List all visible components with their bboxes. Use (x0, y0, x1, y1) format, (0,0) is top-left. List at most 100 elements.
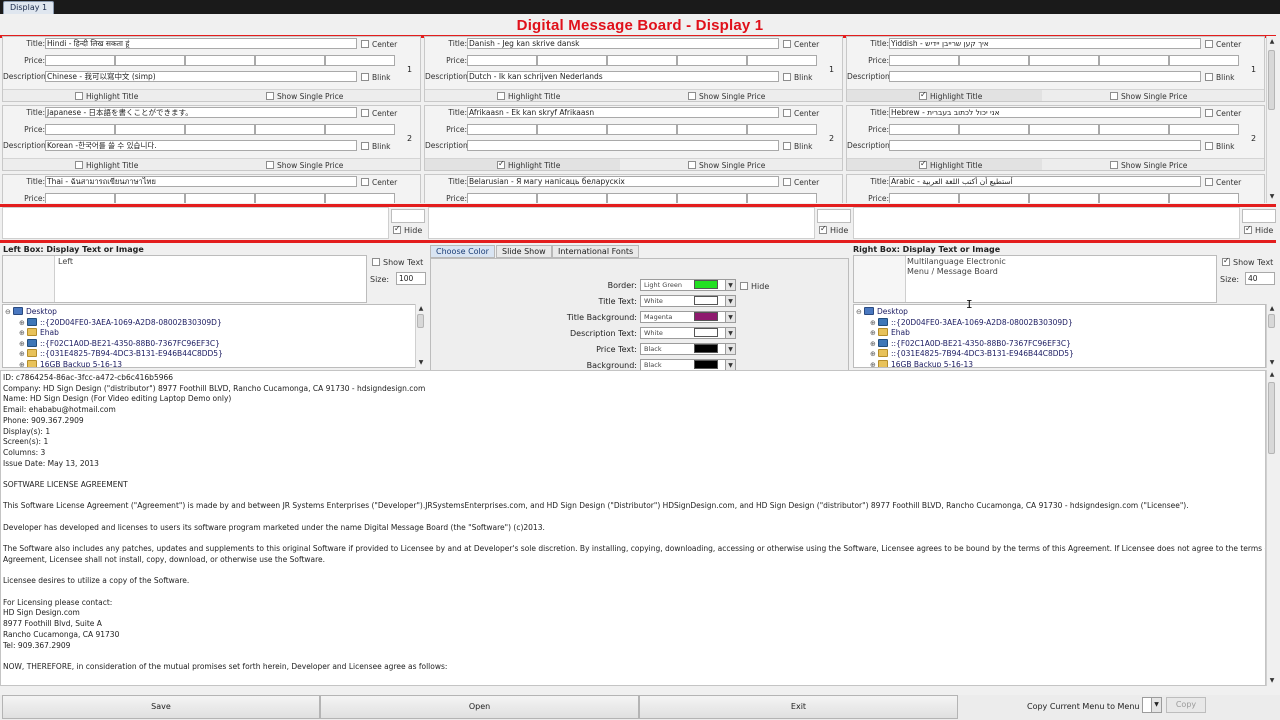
price-input[interactable] (747, 55, 817, 66)
price-input[interactable] (45, 193, 115, 203)
scroll-down-icon[interactable]: ▼ (1268, 677, 1276, 685)
price-input[interactable] (255, 193, 325, 203)
tree-item[interactable]: ⊕::{031E4825-7B94-4DC3-B131-E946B44C8DD5… (19, 349, 223, 359)
price-input[interactable] (607, 124, 677, 135)
description-input[interactable] (467, 140, 779, 151)
show-single-price-checkbox[interactable] (688, 92, 696, 100)
tree-expand-icon[interactable]: ⊕ (19, 360, 27, 367)
price-input[interactable] (325, 124, 395, 135)
highlight-title-toggle[interactable]: Highlight Title (3, 89, 198, 101)
description-input[interactable] (889, 71, 1201, 82)
price-input[interactable] (185, 193, 255, 203)
price-input[interactable] (1099, 124, 1169, 135)
right-size-input[interactable]: 40 (1245, 272, 1275, 285)
tree-item[interactable]: ⊕::{F02C1A0D-BE21-4350-88B0-7367FC96EF3C… (19, 338, 220, 349)
price-input[interactable] (747, 193, 817, 203)
right-box-image[interactable] (854, 256, 906, 302)
tree-collapse-icon[interactable]: ⊖ (5, 307, 13, 317)
center-checkbox[interactable] (1205, 40, 1213, 48)
title-input[interactable]: Afrikaasn - Ek kan skryf Afrikaasn (467, 107, 779, 118)
chevron-down-icon[interactable]: ▼ (1151, 698, 1161, 712)
tree-item[interactable]: ⊖ Desktop (856, 307, 908, 317)
center-checkbox[interactable] (783, 40, 791, 48)
price-input[interactable] (959, 193, 1029, 203)
left-tree-scrollbar[interactable]: ▲ ▼ (415, 304, 425, 368)
description-input[interactable]: Dutch - Ik kan schrijven Nederlands (467, 71, 779, 82)
show-single-price-toggle[interactable]: Show Single Price (1042, 89, 1264, 101)
price-input[interactable] (115, 193, 185, 203)
price-input[interactable] (467, 124, 537, 135)
tree-item[interactable]: ⊕ 16GB Backup 5-16-13 (870, 360, 973, 367)
chevron-down-icon[interactable]: ▼ (725, 279, 736, 291)
scroll-down-icon[interactable]: ▼ (1268, 359, 1276, 367)
border-hide-checkbox[interactable] (740, 282, 748, 290)
price-input[interactable] (45, 55, 115, 66)
price-input[interactable] (1029, 55, 1099, 66)
right-box-text-area[interactable]: Multilanguage Electronic Menu / Message … (853, 255, 1217, 303)
price-input[interactable] (537, 193, 607, 203)
menu-cell[interactable]: Title: Belarusian - Я магу напісаць белар… (424, 174, 843, 203)
tree-expand-icon[interactable]: ⊕ (870, 318, 878, 328)
tab-international-fonts[interactable]: International Fonts (552, 245, 640, 258)
highlight-title-checkbox[interactable] (497, 92, 505, 100)
show-single-price-toggle[interactable]: Show Single Price (1042, 158, 1264, 170)
title-input[interactable]: Arabic - أستطيع أن أكتب اللغة العربية (889, 176, 1201, 187)
tree-expand-icon[interactable]: ⊕ (19, 318, 27, 328)
price-input[interactable] (185, 55, 255, 66)
price-input[interactable] (1169, 55, 1239, 66)
tree-collapse-icon[interactable]: ⊖ (856, 307, 864, 317)
blink-checkbox[interactable] (361, 73, 369, 81)
tab-slide-show[interactable]: Slide Show (496, 245, 552, 258)
highlight-title-checkbox[interactable] (75, 92, 83, 100)
left-box-text-area[interactable]: Left (2, 255, 367, 303)
highlight-title-checkbox[interactable] (75, 161, 83, 169)
price-input[interactable] (959, 124, 1029, 135)
right-file-tree[interactable]: ⊖ Desktop ⊕::{20D04FE0-3AEA-1069-A2D8-0800… (853, 304, 1266, 368)
tree-expand-icon[interactable]: ⊕ (870, 360, 878, 367)
price-input[interactable] (1169, 124, 1239, 135)
price-input[interactable] (537, 55, 607, 66)
chevron-down-icon[interactable]: ▼ (725, 295, 736, 307)
save-button[interactable]: Save (2, 695, 320, 719)
scroll-up-icon[interactable]: ▲ (417, 305, 425, 313)
tree-item[interactable]: ⊕::{031E4825-7B94-4DC3-B131-E946B44C8DD5… (870, 349, 1074, 359)
highlight-title-toggle[interactable]: Highlight Title (3, 158, 198, 170)
tree-expand-icon[interactable]: ⊕ (870, 349, 878, 359)
hide-checkbox[interactable] (393, 224, 401, 234)
price-input[interactable] (115, 55, 185, 66)
highlight-title-checkbox[interactable] (919, 90, 927, 100)
blink-checkbox[interactable] (783, 142, 791, 150)
description-input[interactable]: Chinese - 我可以寫中文 (simp) (45, 71, 357, 82)
tree-expand-icon[interactable]: ⊕ (19, 339, 27, 349)
center-checkbox[interactable] (1205, 178, 1213, 186)
menu-cell[interactable]: Title: Afrikaasn - Ek kan skryf Afrikaasn… (424, 105, 843, 171)
title-input[interactable]: Belarusian - Я магу напісаць беларускіх (467, 176, 779, 187)
tree-item[interactable]: ⊖ Desktop (5, 307, 57, 317)
scroll-thumb[interactable] (1268, 382, 1275, 454)
chevron-down-icon[interactable]: ▼ (725, 311, 736, 323)
price-input[interactable] (607, 193, 677, 203)
tree-item[interactable]: ⊕::{20D04FE0-3AEA-1069-A2D8-08002B30309D… (19, 317, 222, 328)
show-single-price-checkbox[interactable] (1110, 92, 1118, 100)
price-input[interactable] (889, 193, 959, 203)
open-button[interactable]: Open (320, 695, 639, 719)
right-show-text-checkbox[interactable] (1222, 256, 1230, 266)
scroll-down-icon[interactable]: ▼ (1268, 193, 1276, 201)
menu-cell[interactable]: Title: Thai - ฉันสามารถเขียนภาษาไทย Center… (2, 174, 421, 203)
show-single-price-toggle[interactable]: Show Single Price (198, 89, 420, 101)
tree-item[interactable]: ⊕::{F02C1A0D-BE21-4350-88B0-7367FC96EF3C… (870, 338, 1071, 349)
description-input[interactable]: Korean -한국어를 쓸 수 있습니다. (45, 140, 357, 151)
highlight-title-toggle[interactable]: Highlight Title (847, 158, 1042, 170)
price-input[interactable] (959, 55, 1029, 66)
center-checkbox[interactable] (361, 40, 369, 48)
license-text-area[interactable]: ID: c7864254-86ac-3fcc-a472-cb6c416b5966… (0, 370, 1266, 686)
tree-expand-icon[interactable]: ⊕ (19, 328, 27, 338)
menu-cell[interactable]: Title: Yiddish - איך קען שרייבן יידיש Cent… (846, 36, 1265, 102)
blink-checkbox[interactable] (1205, 142, 1213, 150)
left-size-input[interactable]: 100 (396, 272, 426, 285)
right-tree-scrollbar[interactable]: ▲ ▼ (1266, 304, 1276, 368)
price-input[interactable] (255, 124, 325, 135)
hide-checkbox[interactable] (819, 224, 827, 234)
title-input[interactable]: Japanese - 日本語を書くことができます。 (45, 107, 357, 118)
highlight-title-checkbox[interactable] (919, 159, 927, 169)
